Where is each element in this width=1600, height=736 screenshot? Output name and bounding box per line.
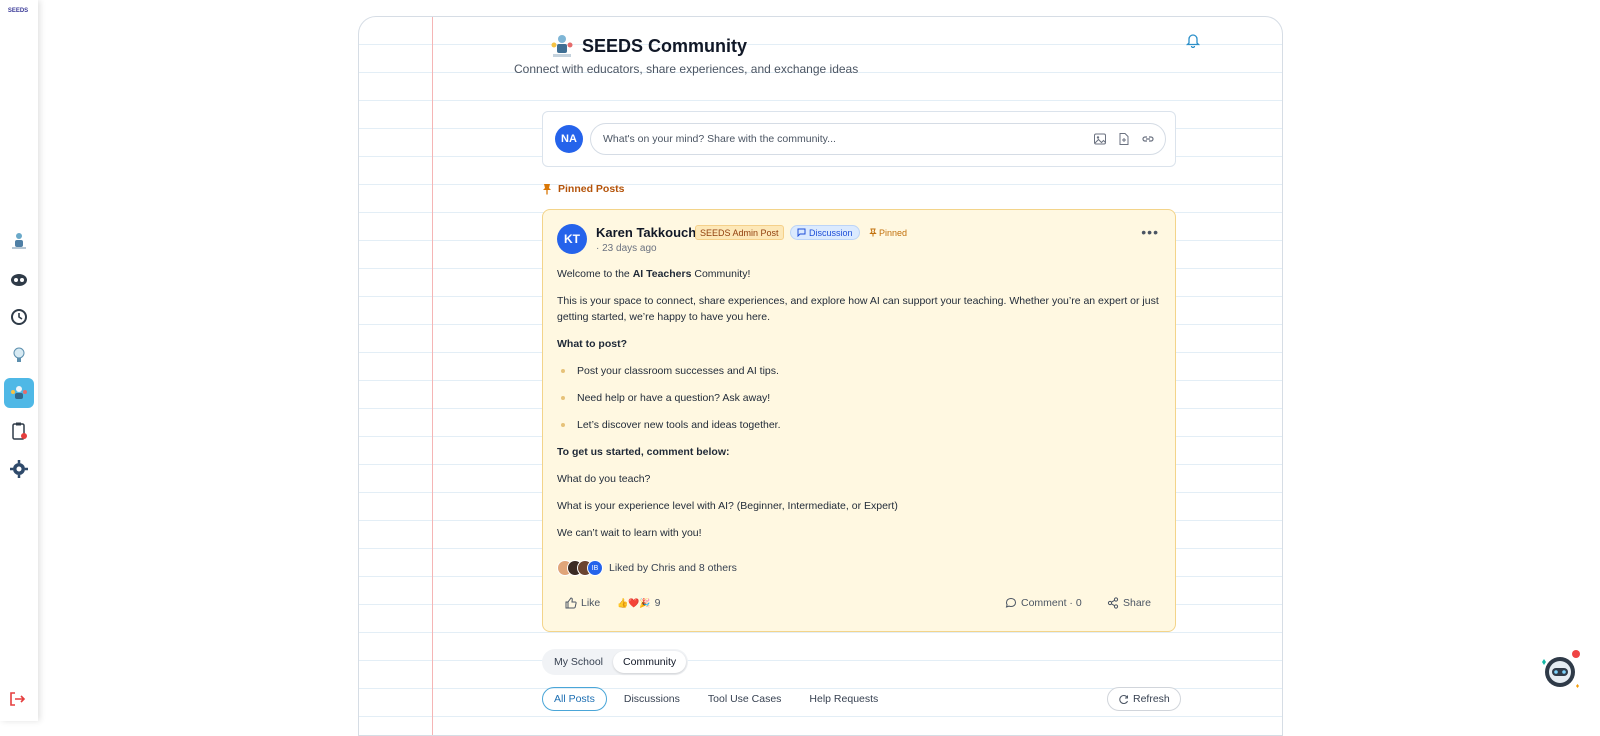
thumbs-up-icon [565,597,577,609]
post-composer: NA What's on your mind? Share with the c… [542,111,1176,167]
welcome-prefix: Welcome to the [557,268,633,280]
comment-button[interactable]: Comment · 0 [1005,597,1082,609]
composer-placeholder: What's on your mind? Share with the comm… [603,133,836,145]
liked-by-text: Liked by Chris and 8 others [609,562,737,574]
sidebar: SEEDS [0,0,38,721]
list-item: Post your classroom successes and AI tip… [557,363,1163,379]
post-question-2: What is your experience level with AI? (… [557,500,898,512]
sidebar-item-settings[interactable] [4,454,34,484]
pin-small-icon [869,228,877,237]
community-logo-icon [551,35,573,57]
post-actions: Like 👍❤️🎉 9 Comment · 0 Share [557,594,1163,616]
chat-bubble-icon [797,228,806,237]
author-avatar[interactable]: KT [557,224,587,254]
community-icon [11,386,27,399]
lightbulb-icon [13,347,25,362]
post-bullets: Post your classroom successes and AI tip… [557,363,1163,433]
list-item: Need help or have a question? Ask away! [557,390,1163,406]
post-author[interactable]: Karen Takkouch [596,225,696,240]
filter-discussions[interactable]: Discussions [613,687,691,711]
admin-badge: SEEDS Admin Post [695,225,784,240]
image-upload-icon[interactable] [1093,132,1107,146]
post-question-1: What do you teach? [557,473,651,485]
discussion-badge: Discussion [790,225,860,240]
filter-help-requests[interactable]: Help Requests [798,687,889,711]
get-started-heading: To get us started, comment below: [557,446,730,458]
clock-icon [11,309,27,325]
page-title: SEEDS Community [550,33,747,59]
gear-icon [10,460,28,478]
seeds-logo[interactable]: SEEDS [4,8,32,26]
discussion-badge-label: Discussion [809,227,853,238]
sidebar-item-history[interactable] [4,302,34,332]
welcome-community-name: AI Teachers [632,268,692,280]
sidebar-item-lesson-review[interactable] [4,264,34,294]
logout-icon [10,692,26,706]
assistant-bot-button[interactable] [1538,648,1582,692]
sidebar-item-assessments[interactable] [4,416,34,446]
pin-icon [543,184,551,195]
like-label: Like [581,597,601,609]
pinned-post-card: KT Karen Takkouch SEEDS Admin Post Discu… [542,209,1176,632]
sidebar-item-community[interactable] [4,378,34,408]
bell-icon [1185,34,1201,49]
user-avatar: NA [555,125,583,153]
composer-attachments [1093,132,1155,146]
what-to-post-heading: What to post? [557,338,627,350]
logout-button[interactable] [8,690,28,710]
post-body: Welcome to the AI Teachers Community! Th… [557,266,1163,552]
pinned-badge-label: Pinned [879,227,908,238]
comment-label: Comment · 0 [1021,597,1082,609]
liker-avatar: IB [587,560,603,576]
refresh-button[interactable]: Refresh [1107,687,1181,711]
filter-tool-use-cases[interactable]: Tool Use Cases [697,687,793,711]
tab-community[interactable]: Community [613,651,687,673]
welcome-suffix: Community! [691,268,751,280]
clipboard-icon [12,422,27,440]
likes-summary[interactable]: IB Liked by Chris and 8 others [557,560,737,576]
refresh-label: Refresh [1133,693,1170,705]
sidebar-item-ai-assistant[interactable] [4,226,34,256]
post-welcome: Welcome to the AI Teachers Community! [557,266,1163,282]
refresh-icon [1119,694,1128,704]
robot-assistant-icon [1542,650,1580,688]
post-what-to-post: What to post? [557,336,1163,352]
scope-tabs: My School Community [542,649,689,675]
post-get-started: To get us started, comment below: [557,444,1163,460]
comment-icon [1005,597,1017,608]
list-item: Let’s discover new tools and ideas toget… [557,417,1163,433]
post-menu-button[interactable]: ••• [1141,224,1159,240]
pinned-badge: Pinned [865,225,911,240]
page-title-text: SEEDS Community [582,35,748,56]
post-filters: All Posts Discussions Tool Use Cases Hel… [542,687,889,711]
robot-eye-icon [11,274,27,286]
post-closing: We can’t wait to learn with you! [557,527,702,539]
notebook-margin-line [432,17,433,735]
like-button[interactable]: Like [565,597,600,609]
filter-all-posts[interactable]: All Posts [542,687,607,711]
post-timestamp: · 23 days ago [596,243,657,254]
community-page: SEEDS Community Connect with educators, … [358,16,1283,736]
pinned-posts-heading: Pinned Posts [542,183,625,195]
reactions-summary[interactable]: 👍❤️🎉 9 [617,597,660,609]
tab-my-school[interactable]: My School [544,651,613,673]
page-subtitle: Connect with educators, share experience… [514,62,859,76]
share-label: Share [1123,597,1152,609]
reaction-count: 9 [654,597,661,609]
reaction-emojis: 👍❤️🎉 [617,597,651,608]
sidebar-item-ideas[interactable] [4,340,34,370]
notifications-button[interactable] [1185,32,1201,53]
link-icon[interactable] [1141,132,1155,146]
pinned-posts-label: Pinned Posts [558,183,625,195]
robot-teacher-icon [12,233,26,249]
liker-avatars: IB [557,560,603,576]
file-upload-icon[interactable] [1117,132,1131,146]
composer-input[interactable]: What's on your mind? Share with the comm… [590,123,1166,155]
share-icon [1107,597,1119,609]
share-button[interactable]: Share [1107,597,1151,609]
post-intro: This is your space to connect, share exp… [557,295,1159,323]
more-options-icon: ••• [1141,224,1159,240]
